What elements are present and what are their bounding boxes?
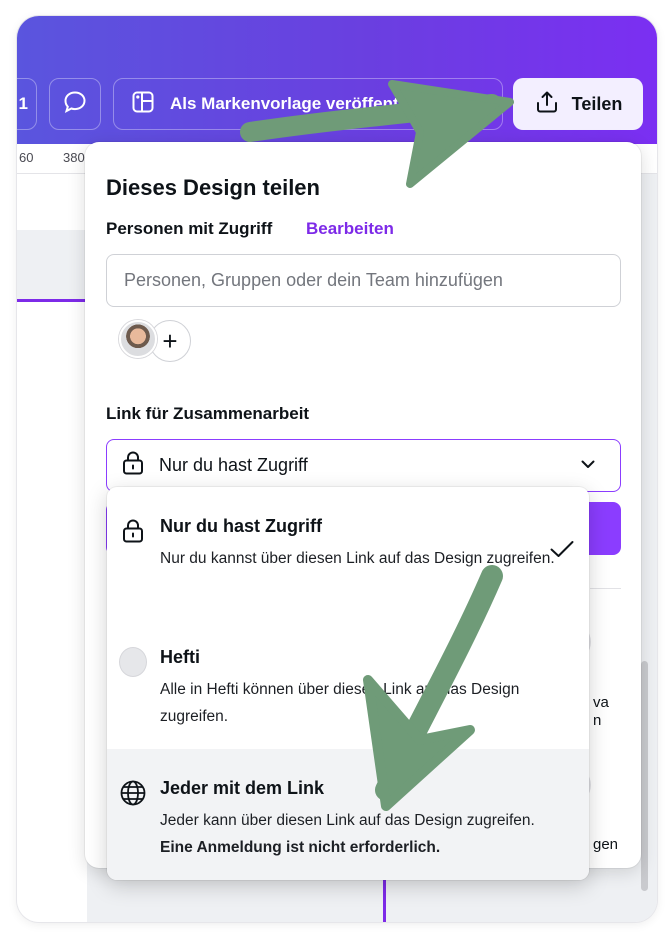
ruler-tick: 60: [19, 150, 34, 165]
share-button-label: Teilen: [571, 93, 623, 114]
publish-brand-template-label: Als Markenvorlage veröffentli: [170, 94, 409, 113]
option-description: Alle in Hefti können über diesen Link au…: [160, 681, 520, 725]
plus-icon: +: [162, 325, 178, 356]
option-description: Nur du kannst über diesen Link auf das D…: [160, 550, 555, 567]
share-option-label-fragment: n: [593, 712, 602, 729]
option-description-text: Jeder kann über diesen Link auf das Desi…: [160, 812, 535, 829]
brand-template-icon: [130, 89, 156, 120]
share-option-label-fragment: va: [593, 694, 609, 711]
link-access-select[interactable]: Nur du hast Zugriff: [106, 439, 621, 492]
option-title: Hefti: [160, 647, 200, 667]
link-access-dropdown: Nur du hast Zugriff Nur du kannst über d…: [107, 487, 589, 880]
lock-icon: [119, 517, 147, 545]
upload-icon: [534, 89, 560, 120]
lock-icon: [121, 450, 145, 481]
avatar: [119, 320, 157, 358]
people-access-label: Personen mit Zugriff: [106, 219, 273, 238]
team-icon: [119, 647, 147, 677]
option-title: Jeder mit dem Link: [160, 778, 325, 798]
check-icon: [549, 539, 575, 564]
collab-link-label: Link für Zusammenarbeit: [106, 404, 310, 423]
canvas-page: [17, 174, 87, 230]
edit-access-link[interactable]: Bearbeiten: [306, 219, 394, 239]
editor-topbar: 1 Als Markenvorlage veröffentli Teilen: [17, 16, 657, 144]
panel-scrollbar[interactable]: [641, 661, 648, 891]
dropdown-option-only-you[interactable]: Nur du hast Zugriff Nur du kannst über d…: [107, 487, 589, 618]
divider: [590, 588, 621, 589]
toolbar-fragment-label: 1: [18, 94, 28, 113]
canvas-page: [17, 302, 87, 922]
option-title: Nur du hast Zugriff: [160, 516, 322, 536]
globe-icon: [119, 779, 147, 807]
dropdown-option-anyone-with-link[interactable]: Jeder mit dem Link Jeder kann über diese…: [107, 749, 589, 880]
option-description: Jeder kann über diesen Link auf das Desi…: [160, 807, 580, 861]
share-option-label-fragment: gen: [593, 836, 619, 853]
add-people-input[interactable]: [106, 254, 621, 307]
link-access-value: Nur du hast Zugriff: [159, 455, 308, 475]
share-panel-title: Dieses Design teilen: [106, 175, 320, 200]
comment-icon: [62, 89, 88, 120]
comment-button[interactable]: [49, 78, 101, 130]
option-note: Eine Anmeldung ist nicht erforderlich.: [160, 839, 441, 856]
ruler-tick: 380: [63, 150, 85, 165]
share-button[interactable]: Teilen: [513, 78, 643, 130]
dropdown-option-team[interactable]: Hefti Alle in Hefti können über diesen L…: [107, 618, 589, 749]
toolbar-button-partial[interactable]: 1: [17, 78, 37, 130]
chevron-down-icon: [578, 454, 598, 479]
publish-brand-template-button[interactable]: Als Markenvorlage veröffentli: [113, 78, 503, 130]
